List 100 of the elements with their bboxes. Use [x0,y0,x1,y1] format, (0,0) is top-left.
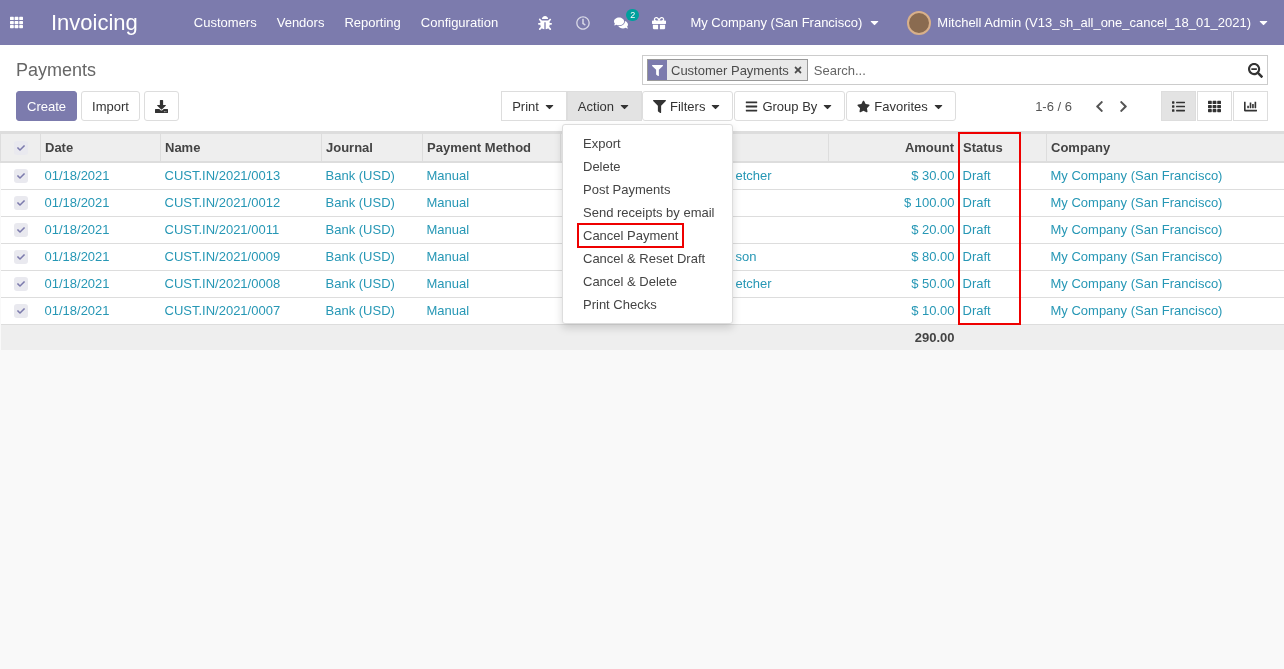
bug-icon[interactable] [538,15,553,30]
checkmark-icon [16,307,25,315]
row-checkbox[interactable] [13,277,28,291]
menu-item[interactable]: Cancel & Reset Draft [579,248,710,269]
company-switcher[interactable]: My Company (San Francisco) [690,15,882,30]
next-icon[interactable] [1117,99,1130,113]
dropdown-button[interactable]: Action [566,91,642,121]
checkmark-icon [16,253,25,261]
column-header[interactable]: Amount [828,133,959,162]
table-cell: Manual [426,249,470,264]
row-checkbox[interactable] [13,304,28,318]
import-button[interactable]: Import [81,91,140,121]
column-header[interactable]: Payment Method [422,133,561,162]
table-cell: CUST.IN/2021/0009 [164,249,281,264]
search-icon[interactable] [1248,62,1263,78]
table-cell: My Company (San Francisco) [1050,168,1223,184]
app-title: Invoicing [51,9,138,36]
download-icon [154,99,168,113]
list-icon [745,99,759,113]
dropdown-button[interactable]: Filters [642,91,734,121]
table-cell: CUST.IN/2021/0008 [164,276,281,291]
table-cell: $ 30.00 [911,168,955,184]
dropdown-button[interactable]: Favorites [846,91,956,121]
filter-facet[interactable]: Customer Payments [647,59,808,81]
table-cell: Bank (USD) [325,276,395,291]
table-cell: Draft [962,168,991,184]
checkmark-icon [16,172,25,181]
gift-icon[interactable] [652,15,667,30]
dropdown-button[interactable]: Group By [734,91,846,121]
close-icon[interactable] [792,65,803,75]
checkmark-icon [16,226,25,234]
table-cell: 01/18/2021 [44,249,110,264]
table-cell: Bank (USD) [325,222,395,237]
view-switch-button[interactable] [1197,91,1232,121]
table-cell: $ 10.00 [911,303,955,318]
table-cell: 01/18/2021 [44,303,110,318]
filter-icon [653,99,666,113]
table-cell: Bank (USD) [325,168,395,184]
table-cell: Draft [962,303,991,318]
message-count-badge: 2 [626,8,640,21]
table-cell: Bank (USD) [325,249,395,264]
menu-item[interactable]: Cancel & Delete [579,271,681,292]
table-cell: $ 80.00 [911,249,955,264]
table-cell: $ 100.00 [903,195,955,210]
table-cell: CUST.IN/2021/0013 [164,168,281,184]
view-switch-button[interactable] [1233,91,1268,121]
table-cell: My Company (San Francisco) [1050,249,1223,264]
chat-icon[interactable] [614,15,629,30]
clock-icon[interactable] [576,15,591,30]
checkmark-icon [16,144,25,152]
column-header[interactable]: Status [958,133,1047,162]
nav-menu-item[interactable]: Customers [193,15,257,30]
user-menu[interactable]: Mitchell Admin (V13_sh_all_one_cancel_18_01_2021) [937,15,1270,30]
download-button[interactable] [143,91,179,121]
row-checkbox[interactable] [13,250,28,264]
apps-menu-icon[interactable] [10,16,23,29]
column-header[interactable]: Date [40,133,161,162]
nav-menu-item[interactable]: Configuration [420,15,499,30]
partial-text: son [735,249,757,264]
row-checkbox[interactable] [13,196,28,210]
filter-icon [652,64,663,76]
nav-menu-item[interactable]: Vendors [276,15,325,30]
create-button[interactable]: Create [16,91,78,121]
column-header[interactable]: Name [160,133,322,162]
table-cell: My Company (San Francisco) [1050,276,1223,291]
column-header[interactable]: Company [1046,133,1284,162]
select-all-checkbox[interactable] [13,141,28,155]
pager-value: 1-6 / 6 [1035,98,1072,114]
menu-item[interactable]: Delete [579,156,625,177]
table-cell: CUST.IN/2021/0011 [164,222,280,237]
table-cell: My Company (San Francisco) [1050,195,1223,210]
checkmark-icon [16,199,25,207]
menu-item[interactable]: Cancel Payment [579,225,683,246]
row-checkbox[interactable] [13,169,28,184]
menu-item[interactable]: Export [579,133,625,154]
table-cell: CUST.IN/2021/0012 [164,195,281,210]
nav-menu-item[interactable]: Reporting [344,15,401,30]
table-cell: Manual [426,168,470,184]
table-cell: Draft [962,222,991,237]
table-cell: My Company (San Francisco) [1050,222,1223,237]
menu-item[interactable]: Print Checks [579,294,661,315]
table-cell: Draft [962,195,991,210]
menu-item[interactable]: Post Payments [579,179,675,200]
bar-chart-icon [1244,99,1257,113]
table-cell: Manual [426,195,470,210]
table-cell: Draft [962,276,991,291]
dropdown-button[interactable]: Print [501,91,567,121]
table-cell: Manual [426,303,470,318]
table-cell: Manual [426,222,470,237]
previous-icon[interactable] [1093,99,1106,113]
star-icon [857,99,871,113]
view-switch-button[interactable] [1161,91,1196,121]
table-cell: Bank (USD) [325,303,395,318]
search-field[interactable]: Customer Payments Search... [642,55,1268,85]
menu-item[interactable]: Send receipts by email [579,202,719,223]
row-checkbox[interactable] [13,223,28,237]
table-cell: 01/18/2021 [44,276,110,291]
list-view-icon [1172,99,1185,113]
column-header[interactable]: Journal [321,133,423,162]
table-cell: CUST.IN/2021/0007 [164,303,281,318]
